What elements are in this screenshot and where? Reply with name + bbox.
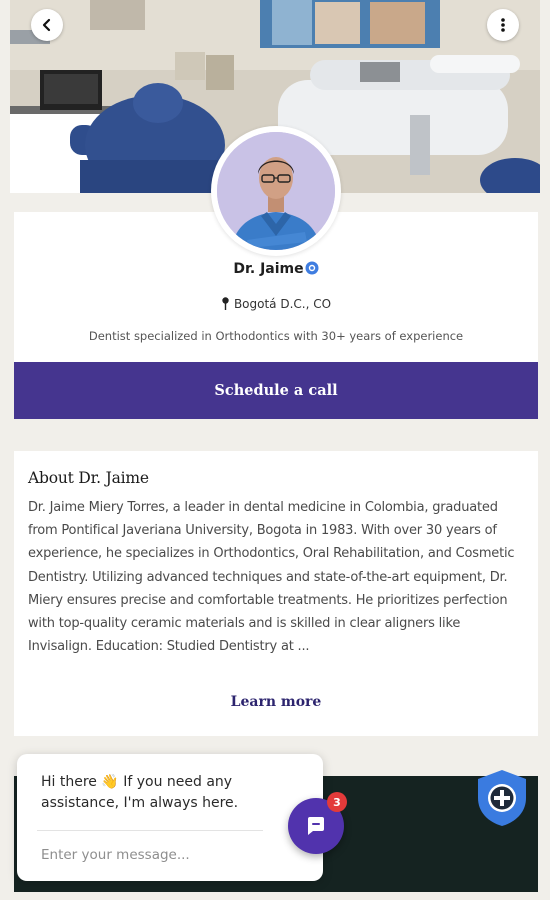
back-button[interactable] bbox=[31, 9, 63, 41]
location-row: Bogotá D.C., CO bbox=[14, 297, 538, 313]
map-pin-icon bbox=[221, 297, 230, 313]
chat-greeting: Hi there 👋 If you need any assistance, I… bbox=[41, 774, 239, 811]
learn-more-link[interactable]: Learn more bbox=[28, 694, 524, 710]
doctor-avatar bbox=[211, 126, 341, 256]
about-card: About Dr. Jaime Dr. Jaime Miery Torres, … bbox=[14, 451, 538, 736]
doctor-name-row: Dr. Jaime bbox=[14, 261, 538, 279]
doctor-name: Dr. Jaime bbox=[233, 261, 304, 277]
doctor-portrait bbox=[217, 132, 335, 250]
about-description: Dr. Jaime Miery Torres, a leader in dent… bbox=[28, 500, 515, 655]
doctor-tagline: Dentist specialized in Orthodontics with… bbox=[88, 329, 464, 343]
chat-divider bbox=[37, 830, 263, 831]
location-text: Bogotá D.C., CO bbox=[233, 297, 332, 311]
schedule-call-button[interactable]: Schedule a call bbox=[14, 362, 538, 419]
chat-popup: Hi there 👋 If you need any assistance, I… bbox=[17, 754, 323, 881]
more-vertical-icon bbox=[501, 18, 505, 32]
chat-bubble-icon bbox=[308, 817, 324, 835]
chat-message-input[interactable] bbox=[41, 844, 241, 866]
more-options-button[interactable] bbox=[487, 9, 519, 41]
verified-badge-icon bbox=[305, 261, 319, 279]
chevron-left-icon bbox=[42, 18, 51, 32]
about-title: About Dr. Jaime bbox=[28, 469, 149, 487]
shield-plus-icon bbox=[478, 770, 526, 826]
unread-count-badge: 3 bbox=[327, 792, 347, 812]
